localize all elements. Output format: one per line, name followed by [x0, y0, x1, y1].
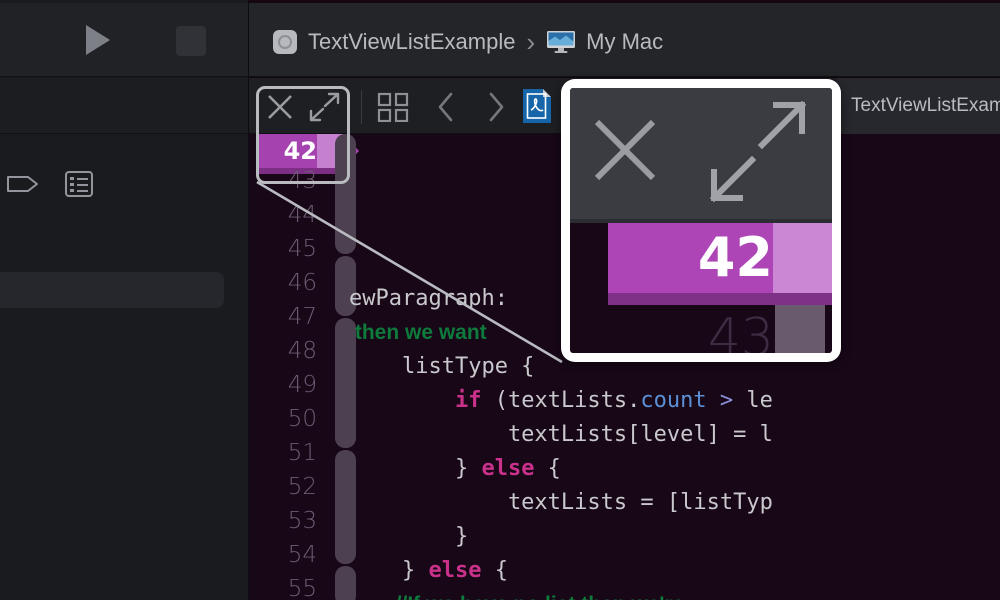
line-number: 47	[287, 304, 317, 330]
code-token: else	[428, 558, 482, 583]
chevron-left-icon[interactable]	[435, 91, 457, 123]
navigator-search-input[interactable]	[0, 272, 224, 308]
code-line[interactable]: }	[349, 524, 468, 549]
code-line[interactable]: if (textLists.count > le	[349, 388, 773, 413]
code-token: listType {	[349, 354, 535, 379]
line-number: 52	[287, 474, 317, 500]
line-number-gutter: 42 43 44 45 46 47 48 49 50 51 52 53 54 55	[249, 134, 359, 600]
code-line[interactable]: listType {	[349, 354, 534, 379]
code-token: (textLists.	[481, 388, 641, 413]
navigator-toolbar	[0, 3, 248, 77]
line-number: 54	[287, 542, 317, 568]
code-line[interactable]: //If we have no list then we're	[349, 592, 690, 600]
code-token: if	[454, 388, 482, 413]
stop-button[interactable]	[176, 26, 206, 56]
line-number: 45	[287, 236, 317, 262]
list-outline-icon[interactable]	[64, 170, 94, 198]
current-line-indicator: 42	[257, 134, 359, 168]
magnified-current-line: 42	[608, 223, 832, 293]
grid-squares-icon[interactable]	[377, 92, 409, 122]
editor-tab[interactable]: TextViewListExample	[837, 78, 1000, 134]
arrow-down-left-icon	[709, 155, 757, 203]
run-button[interactable]	[84, 25, 114, 57]
breadcrumb-separator: ›	[526, 26, 536, 57]
navigator-filter-bar	[0, 78, 248, 197]
code-token: {	[534, 456, 561, 481]
line-number: 51	[287, 440, 317, 466]
editor-tab-label: TextViewListExample	[851, 95, 1000, 116]
code-token: textLists = [listTyp	[349, 490, 773, 515]
code-token: >	[719, 388, 734, 413]
tag-icon[interactable]	[6, 174, 40, 194]
line-number: 55	[287, 576, 317, 600]
code-line[interactable]: } else {	[349, 456, 561, 481]
code-token: }	[349, 524, 469, 549]
code-line[interactable]: textLists = [listTyp	[349, 490, 773, 515]
pdf-document-icon[interactable]	[522, 88, 552, 124]
code-token: then we want	[349, 321, 487, 344]
close-x-icon	[594, 119, 656, 181]
imac-display-icon	[547, 31, 576, 53]
code-token: count	[640, 388, 707, 413]
code-line[interactable]: textLists[level] = l	[349, 422, 773, 447]
code-line[interactable]: then we want	[349, 320, 487, 345]
code-token: //If we have no list then we're	[349, 593, 690, 600]
app-window: TextViewListExample › My Mac TextViewLis…	[0, 0, 1000, 600]
code-token: }	[349, 456, 482, 481]
app-project-icon	[273, 30, 297, 54]
magnified-highlight-light	[773, 223, 832, 293]
chevron-right-icon[interactable]	[485, 91, 507, 123]
line-number: 44	[287, 202, 317, 228]
code-line[interactable]: } else {	[349, 558, 508, 583]
line-number: 53	[287, 508, 317, 534]
magnified-line-number: 42	[697, 226, 773, 289]
jumpbar-divider	[361, 90, 362, 124]
breadcrumb-project-name[interactable]: TextViewListExample	[308, 29, 515, 55]
editor-toolbar: TextViewListExample › My Mac	[249, 3, 1000, 77]
line-number: 43	[287, 168, 317, 194]
line-number: 50	[287, 406, 317, 432]
line-number: 49	[287, 372, 317, 398]
breadcrumb: TextViewListExample › My Mac	[273, 24, 663, 60]
breadcrumb-destination-name[interactable]: My Mac	[586, 29, 663, 55]
code-token: le	[733, 388, 773, 413]
line-number: 48	[287, 338, 317, 364]
code-token: ewParagraph:	[349, 286, 508, 311]
magnified-next-line-number: 43	[707, 308, 774, 353]
current-line-number: 42	[283, 137, 317, 165]
zoom-loupe: 42 43	[561, 79, 841, 362]
close-x-icon[interactable]	[265, 92, 295, 122]
code-token: {	[481, 558, 508, 583]
expand-diagonal-arrows-icon[interactable]	[307, 91, 341, 123]
code-token: }	[349, 558, 429, 583]
magnified-line-shadow	[608, 293, 832, 305]
code-token: textLists[level] = l	[349, 422, 773, 447]
play-triangle-icon	[86, 25, 110, 55]
line-number: 46	[287, 270, 317, 296]
code-line[interactable]: ewParagraph:	[349, 286, 508, 311]
zoom-loupe-content: 42 43	[570, 88, 832, 353]
code-token: else	[481, 456, 535, 481]
navigator-pane	[0, 0, 249, 600]
